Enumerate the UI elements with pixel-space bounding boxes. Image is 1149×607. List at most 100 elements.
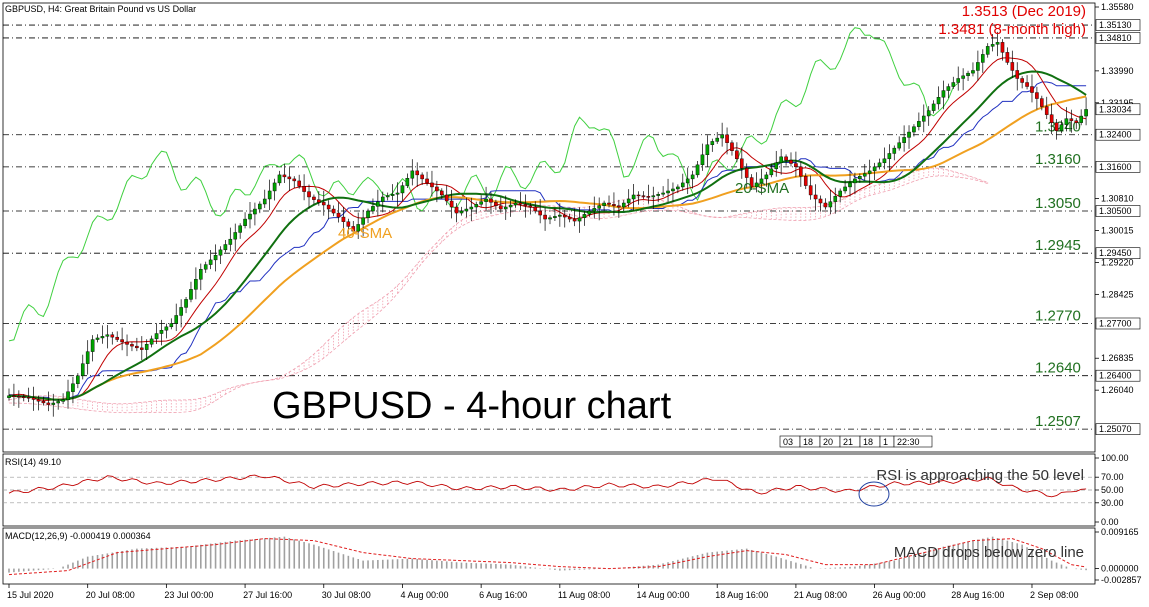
- candle-body: [1010, 62, 1015, 71]
- rsi-tick-label: 0.00: [1101, 517, 1119, 527]
- candle-body: [523, 204, 528, 206]
- candle-body: [184, 299, 188, 308]
- candle-body: [449, 200, 454, 208]
- candle-body: [144, 344, 149, 350]
- candle-body: [720, 134, 724, 139]
- candle-body: [976, 62, 980, 71]
- candle-body: [203, 264, 208, 270]
- candle-body: [926, 110, 931, 117]
- candle-body: [46, 402, 51, 405]
- price-tick-label: 1.33990: [1101, 66, 1134, 76]
- candle-body: [425, 178, 429, 184]
- gbpusd-chart: 1.32401.31601.30501.29451.27701.26401.25…: [2, 2, 1142, 600]
- candle-body: [317, 199, 321, 203]
- time-box-label: 20: [823, 437, 833, 447]
- candle-body: [469, 206, 474, 210]
- sma40-annotation: 40-SMA: [338, 225, 392, 242]
- level-price-tag-label: 1.35130: [1099, 20, 1132, 30]
- candlesticks: [7, 31, 1088, 417]
- time-box-label: 22:30: [897, 437, 920, 447]
- time-tick-label: 11 Aug 08:00: [558, 590, 610, 600]
- kijun-sen-line: [8, 81, 1087, 401]
- candle-body: [592, 208, 597, 212]
- rsi-panel: 100.00 70.00 50.00 30.00 0.00: [3, 453, 1129, 527]
- candle-body: [12, 395, 16, 397]
- candle-body: [331, 208, 336, 214]
- panel-frames: [2, 2, 1096, 585]
- candle-body: [1000, 42, 1005, 53]
- candle-body: [956, 78, 961, 83]
- candle-body: [862, 173, 867, 177]
- time-tick-label: 14 Aug 00:00: [637, 590, 690, 600]
- candle-body: [213, 255, 218, 261]
- rsi-tick-label: 50.00: [1101, 485, 1124, 495]
- candle-body: [233, 232, 238, 240]
- candle-body: [858, 176, 862, 180]
- candle-body: [951, 82, 956, 87]
- candle-body: [1035, 92, 1039, 99]
- time-tick-label: 26 Aug 00:00: [873, 590, 926, 600]
- candle-body: [459, 210, 464, 214]
- candle-body: [164, 326, 169, 331]
- level-lines: 1.32401.31601.30501.29451.27701.26401.25…: [3, 24, 1095, 430]
- candle-body: [297, 180, 301, 187]
- candle-body: [41, 401, 46, 404]
- candle-body: [174, 315, 179, 324]
- time-tick-label: 30 Jul 08:00: [322, 590, 371, 600]
- candle-body: [1030, 86, 1034, 93]
- current-price-label: 1.33034: [1099, 104, 1132, 114]
- candle-body: [499, 205, 503, 210]
- candle-body: [1005, 52, 1010, 63]
- tenkan-sen-line: [8, 57, 1087, 401]
- candle-body: [1069, 118, 1074, 121]
- candle-body: [435, 186, 439, 192]
- candle-body: [661, 192, 665, 195]
- macd-annotation: MACD drops below zero line: [894, 544, 1084, 561]
- candle-body: [931, 103, 936, 111]
- candle-body: [823, 202, 828, 208]
- candle-body: [567, 216, 572, 220]
- candle-body: [921, 115, 926, 122]
- level-label: 1.3050: [1035, 195, 1081, 212]
- candle-body: [538, 210, 542, 216]
- candle-body: [464, 208, 469, 212]
- candle-body: [631, 194, 636, 200]
- candle-body: [474, 204, 479, 208]
- candle-body: [725, 134, 729, 143]
- candle-body: [582, 214, 587, 218]
- macd-tick-label: 0.000000: [1101, 564, 1139, 574]
- annotation-dec-2019: 1.3513 (Dec 2019): [962, 3, 1086, 20]
- time-box-label: 18: [863, 437, 873, 447]
- level-price-tag-label: 1.27700: [1099, 318, 1132, 328]
- candle-body: [764, 174, 769, 180]
- rsi-tick-label: 100.00: [1101, 453, 1129, 463]
- candle-body: [1079, 115, 1083, 123]
- candle-body: [326, 204, 331, 210]
- candle-body: [258, 203, 262, 210]
- candle-body: [735, 150, 739, 160]
- candle-body: [774, 162, 779, 170]
- candle-body: [120, 339, 124, 343]
- candle-body: [818, 198, 823, 204]
- candle-body: [105, 334, 110, 337]
- time-box-label: 03: [783, 437, 793, 447]
- candle-body: [705, 144, 710, 156]
- candle-body: [312, 196, 316, 200]
- candle-body: [803, 176, 808, 186]
- candle-body: [494, 202, 498, 206]
- time-tick-label: 15 Jul 2020: [7, 590, 54, 600]
- candle-body: [341, 216, 346, 222]
- candle-body: [80, 363, 85, 376]
- level-label: 1.2507: [1035, 413, 1081, 430]
- candle-body: [66, 391, 70, 401]
- candle-body: [769, 168, 774, 176]
- candle-body: [695, 164, 700, 176]
- candle-body: [390, 194, 395, 196]
- time-tick-label: 28 Aug 16:00: [951, 590, 1004, 600]
- candle-body: [666, 190, 670, 194]
- time-tick-label: 21 Aug 08:00: [794, 590, 847, 600]
- candle-body: [558, 214, 562, 217]
- candle-body: [130, 344, 134, 347]
- candle-body: [641, 195, 646, 197]
- candle-body: [1049, 114, 1054, 123]
